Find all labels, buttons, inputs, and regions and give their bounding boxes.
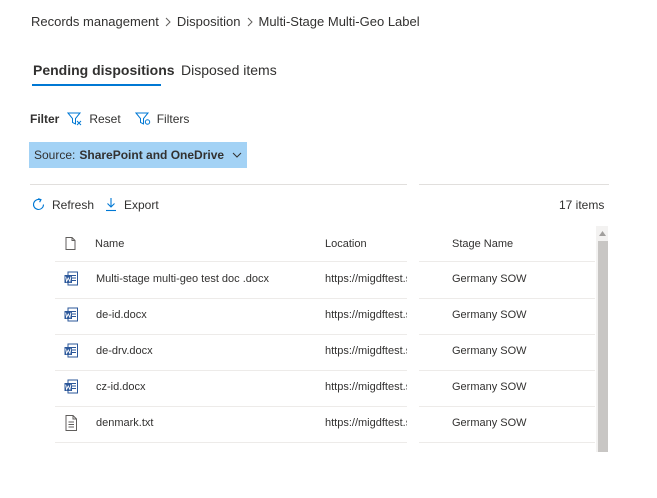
chevron-right-icon <box>159 14 177 28</box>
stage-name: Germany SOW <box>452 381 527 393</box>
header-divider <box>55 261 407 262</box>
filter-label: Filter <box>30 112 60 126</box>
source-filter-dropdown[interactable]: Source: SharePoint and OneDrive <box>29 142 247 168</box>
row-divider <box>55 442 407 443</box>
stage-name: Germany SOW <box>452 309 527 321</box>
row-divider <box>55 406 407 407</box>
column-header-name[interactable]: Name <box>95 238 124 250</box>
source-label: Source: <box>34 148 76 162</box>
file-name[interactable]: Multi-stage multi-geo test doc .docx <box>96 273 316 285</box>
tab-disposed-items[interactable]: Disposed items <box>181 62 277 78</box>
chevron-right-icon <box>241 14 259 28</box>
row-divider <box>419 334 595 335</box>
column-header-stage-name[interactable]: Stage Name <box>452 238 513 250</box>
breadcrumb-item-disposition[interactable]: Disposition <box>177 14 241 29</box>
divider <box>30 184 407 185</box>
breadcrumb: Records management Disposition Multi-Sta… <box>31 12 420 30</box>
scrollbar-thumb[interactable] <box>598 241 608 452</box>
tab-pending-dispositions[interactable]: Pending dispositions <box>33 62 175 78</box>
word-document-icon <box>64 379 78 394</box>
row-divider <box>419 298 595 299</box>
document-icon <box>65 237 76 250</box>
export-button[interactable]: Export <box>104 197 159 212</box>
row-divider <box>55 298 407 299</box>
divider <box>419 184 609 185</box>
row-divider <box>55 334 407 335</box>
row-divider <box>419 370 595 371</box>
refresh-icon <box>33 198 45 211</box>
clear-filter-icon <box>67 112 82 126</box>
source-value: SharePoint and OneDrive <box>79 148 225 162</box>
file-location: https://migdftest.s <box>325 273 407 285</box>
stage-name: Germany SOW <box>452 273 527 285</box>
file-name[interactable]: cz-id.docx <box>96 381 316 393</box>
refresh-button[interactable]: Refresh <box>31 197 94 212</box>
reset-label: Reset <box>89 112 121 126</box>
row-divider <box>55 370 407 371</box>
file-name[interactable]: de-drv.docx <box>96 345 316 357</box>
export-label: Export <box>124 197 159 212</box>
text-file-icon <box>65 415 77 431</box>
file-location: https://migdftest.s <box>325 345 407 357</box>
word-document-icon <box>64 307 78 322</box>
file-location: https://migdftest.s <box>325 309 407 321</box>
header-divider <box>419 261 595 262</box>
refresh-label: Refresh <box>52 197 95 212</box>
stage-name: Germany SOW <box>452 417 527 429</box>
row-divider <box>419 406 595 407</box>
file-location: https://migdftest.s <box>325 417 407 429</box>
breadcrumb-item-records-management[interactable]: Records management <box>31 14 159 29</box>
filter-bar: Filter Reset Filters <box>30 111 203 127</box>
stage-name: Germany SOW <box>452 345 527 357</box>
reset-filter-button[interactable]: Reset <box>67 112 121 126</box>
download-icon <box>106 198 116 212</box>
active-tab-indicator <box>32 84 161 86</box>
filter-icon <box>134 112 150 125</box>
file-location: https://migdftest.s <box>325 381 407 393</box>
breadcrumb-item-current-label: Multi-Stage Multi-Geo Label <box>258 13 420 29</box>
file-name[interactable]: de-id.docx <box>96 309 316 321</box>
filters-label: Filters <box>156 112 190 126</box>
filters-button[interactable]: Filters <box>134 112 190 126</box>
file-name[interactable]: denmark.txt <box>96 417 316 429</box>
column-header-location[interactable]: Location <box>325 238 367 250</box>
row-divider <box>419 442 595 443</box>
scroll-up-arrow-icon[interactable] <box>596 226 608 240</box>
word-document-icon <box>64 343 78 358</box>
word-document-icon <box>64 271 78 286</box>
items-count: 17 items <box>559 198 605 212</box>
chevron-down-icon <box>232 152 242 158</box>
